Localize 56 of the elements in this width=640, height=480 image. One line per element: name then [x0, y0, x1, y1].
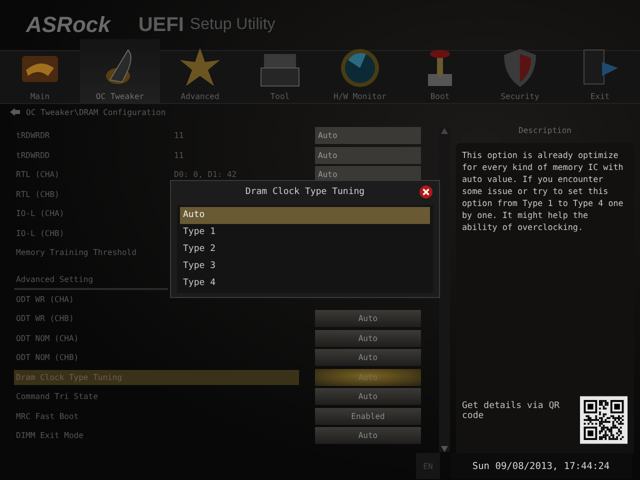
- description-title: Description: [518, 126, 572, 135]
- option-button[interactable]: Auto: [315, 330, 421, 347]
- setting-label[interactable]: RTL (CHB): [14, 190, 174, 199]
- setting-label[interactable]: ODT WR (CHB): [14, 314, 174, 324]
- section-heading: Advanced Setting: [14, 274, 168, 290]
- setting-label[interactable]: tRDWRDD: [14, 150, 174, 160]
- qr-code-icon: [580, 395, 628, 445]
- dialog-option[interactable]: Type 3: [180, 257, 430, 274]
- uefi-label: UEFI: [138, 14, 184, 36]
- close-button[interactable]: [419, 185, 433, 199]
- setting-label[interactable]: ODT NOM (CHA): [14, 334, 174, 343]
- nav-tab[interactable]: OC Tweaker: [80, 39, 160, 103]
- brand-logo: ASRock: [26, 12, 110, 38]
- breadcrumb: OC Tweaker\DRAM Configuration: [26, 108, 166, 116]
- scroll-up-icon[interactable]: [441, 128, 448, 134]
- dialog-title: Dram Clock Type Tuning: [245, 186, 365, 196]
- dialog-option[interactable]: Type 4: [180, 274, 430, 291]
- qr-caption: Get details via QR code: [462, 401, 561, 421]
- setting-label[interactable]: ODT NOM (CHB): [14, 353, 174, 362]
- option-button[interactable]: Auto: [315, 146, 421, 164]
- option-button[interactable]: Auto: [315, 349, 421, 366]
- date-time: Sun 09/08/2013, 17:44:24: [450, 453, 632, 479]
- nav-tab[interactable]: Main: [0, 39, 80, 103]
- nav-tab[interactable]: Exit: [560, 39, 640, 103]
- back-icon[interactable]: [10, 108, 20, 116]
- setting-label[interactable]: Memory Training Threshold: [14, 248, 174, 258]
- nav-tab[interactable]: Boot: [400, 39, 480, 103]
- option-button[interactable]: Auto: [315, 388, 421, 406]
- setting-label[interactable]: DIMM Exit Mode: [14, 431, 174, 440]
- nav-tab[interactable]: Security: [480, 39, 560, 103]
- nav-tab[interactable]: Tool: [240, 39, 320, 103]
- option-button[interactable]: Auto: [315, 310, 421, 328]
- app-title: Setup Utility: [190, 16, 276, 34]
- option-button[interactable]: Auto: [315, 427, 421, 444]
- setting-label[interactable]: IO-L (CHB): [14, 228, 174, 238]
- setting-value: D0: 0, D1: 42: [174, 170, 238, 180]
- setting-label[interactable]: RTL (CHA): [14, 170, 174, 180]
- setting-label[interactable]: tRDWRDR: [14, 131, 174, 140]
- dialog-option[interactable]: Auto: [180, 207, 430, 224]
- setting-label[interactable]: IO-L (CHA): [14, 209, 174, 218]
- option-button[interactable]: Enabled: [315, 408, 421, 425]
- setting-label[interactable]: Command Tri State: [14, 392, 174, 402]
- dialog-option[interactable]: Type 1: [180, 224, 430, 241]
- dialog-option[interactable]: Type 2: [180, 240, 430, 258]
- scroll-down-icon[interactable]: [441, 446, 448, 452]
- close-icon: [419, 185, 433, 199]
- radar-icon: [338, 46, 382, 90]
- nav-tab[interactable]: H/W Monitor: [320, 39, 400, 103]
- nav-tab[interactable]: Advanced: [160, 39, 240, 103]
- setting-label[interactable]: ODT WR (CHA): [14, 294, 174, 304]
- setting-value: 11: [174, 150, 185, 160]
- option-button[interactable]: Auto: [315, 127, 421, 144]
- setting-value: 11: [174, 131, 185, 140]
- setting-label[interactable]: MRC Fast Boot: [14, 412, 174, 421]
- description-text: This option is already optimize for every kind of memory IC with auto value. If you encounter some issue or try to set this option from Type 1 to Type 4 one by one. It might help the ability of overclocking.: [462, 149, 624, 233]
- scrollbar[interactable]: [439, 128, 450, 452]
